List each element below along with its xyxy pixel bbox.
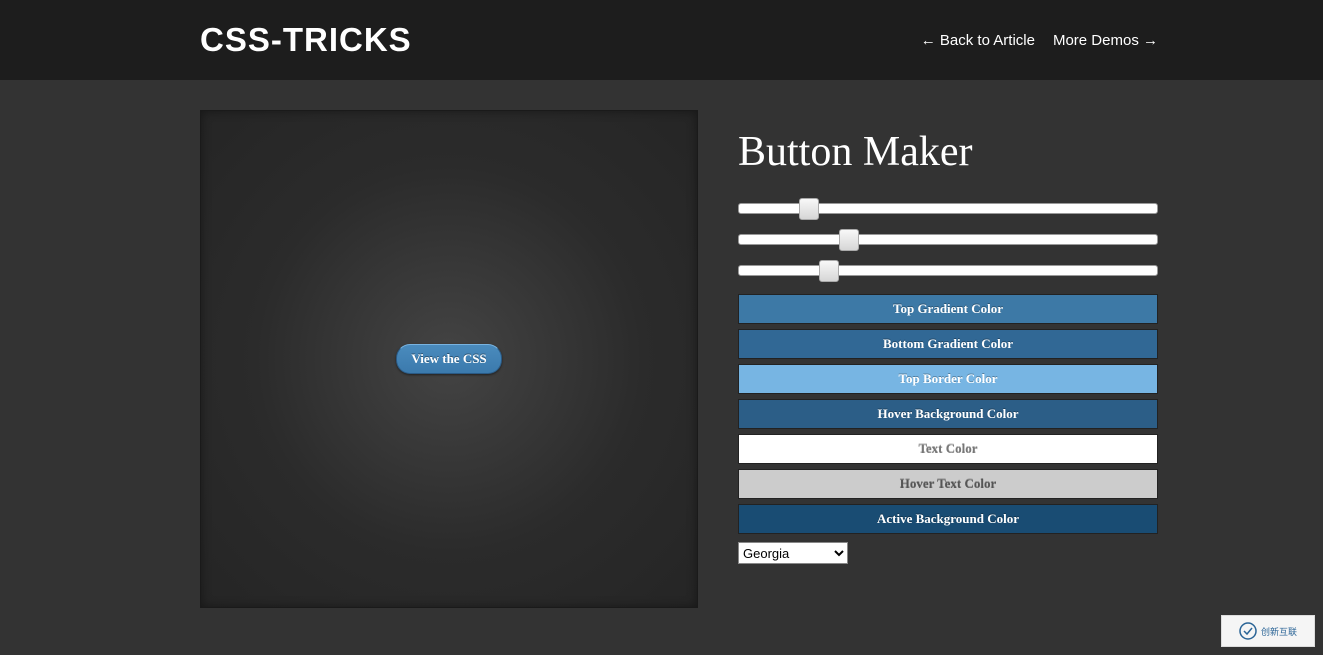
logo: CSS-TRICKS bbox=[200, 21, 412, 59]
more-demos-link[interactable]: More Demos → bbox=[1053, 32, 1158, 49]
page-title: Button Maker bbox=[738, 128, 1158, 176]
color-row-2[interactable]: Top Border Color bbox=[738, 364, 1158, 394]
preview-button[interactable]: View the CSS bbox=[396, 344, 501, 374]
font-select[interactable]: Georgia bbox=[738, 542, 848, 564]
color-row-5[interactable]: Hover Text Color bbox=[738, 469, 1158, 499]
color-row-6[interactable]: Active Background Color bbox=[738, 504, 1158, 534]
color-row-0[interactable]: Top Gradient Color bbox=[738, 294, 1158, 324]
slider-1[interactable] bbox=[738, 203, 1158, 214]
preview-panel: View the CSS bbox=[200, 110, 698, 608]
color-row-1[interactable]: Bottom Gradient Color bbox=[738, 329, 1158, 359]
slider-3[interactable] bbox=[738, 265, 1158, 276]
controls-panel: Button Maker Top Gradient Color Bottom Gr… bbox=[738, 110, 1158, 608]
watermark-text: 创新互联 bbox=[1261, 625, 1297, 638]
color-row-3[interactable]: Hover Background Color bbox=[738, 399, 1158, 429]
nav-links: ← Back to Article More Demos → bbox=[921, 32, 1158, 49]
watermark-badge: 创新互联 bbox=[1221, 615, 1315, 647]
back-to-article-link[interactable]: ← Back to Article bbox=[921, 32, 1035, 49]
color-row-4[interactable]: Text Color bbox=[738, 434, 1158, 464]
slider-2[interactable] bbox=[738, 234, 1158, 245]
main: View the CSS Button Maker Top Gradient C… bbox=[0, 80, 1323, 608]
header: CSS-TRICKS ← Back to Article More Demos … bbox=[0, 0, 1323, 80]
watermark-icon bbox=[1239, 622, 1257, 640]
